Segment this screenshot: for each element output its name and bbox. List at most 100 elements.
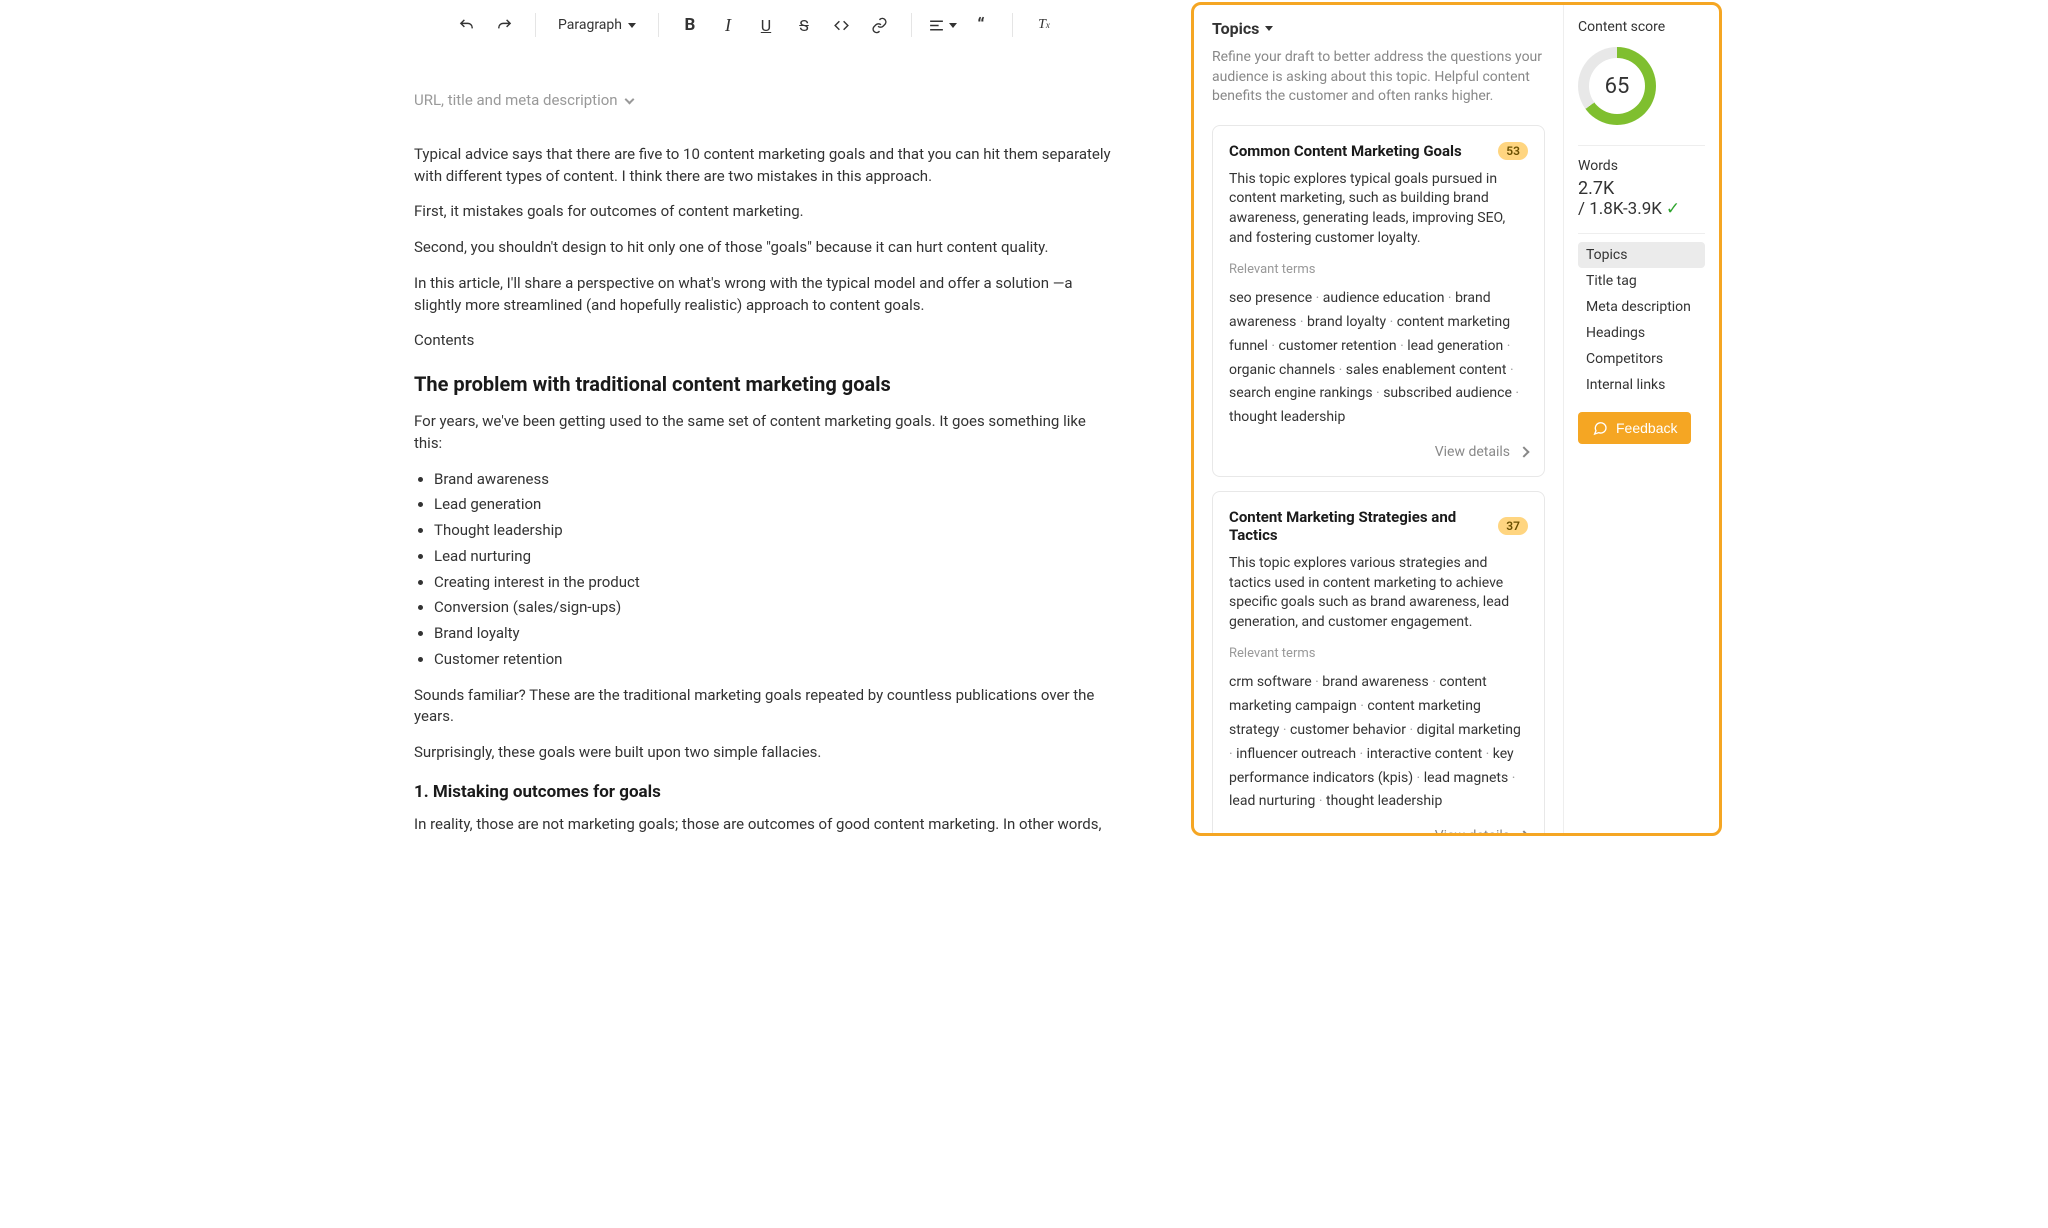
score-nav-item[interactable]: Internal links	[1578, 372, 1705, 398]
separator	[658, 13, 659, 37]
topic-title: Content Marketing Strategies and Tactics	[1229, 508, 1498, 544]
topics-header-dropdown[interactable]: Topics	[1212, 19, 1545, 38]
view-details-link[interactable]: View details	[1229, 444, 1528, 460]
relevant-term[interactable]: search engine rankings	[1229, 385, 1383, 401]
chevron-down-icon	[949, 23, 957, 28]
topic-summary: This topic explores various strategies a…	[1229, 554, 1528, 632]
score-ring-chart: 65	[1578, 47, 1656, 125]
chevron-down-icon	[1265, 26, 1273, 31]
score-nav-item[interactable]: Competitors	[1578, 346, 1705, 372]
list-item[interactable]: Lead generation	[434, 494, 1115, 516]
list-item[interactable]: Customer retention	[434, 649, 1115, 671]
quote-button[interactable]: “	[964, 8, 998, 42]
relevant-terms-label: Relevant terms	[1229, 646, 1528, 661]
link-button[interactable]	[863, 8, 897, 42]
score-nav-list: TopicsTitle tagMeta descriptionHeadingsC…	[1578, 233, 1705, 398]
score-panel: Content score 65 Words 2.7K / 1.8K-3.9K …	[1564, 5, 1719, 833]
link-icon	[871, 17, 888, 34]
redo-icon	[496, 17, 513, 34]
paragraph[interactable]: Surprisingly, these goals were built upo…	[414, 742, 1115, 764]
relevant-term[interactable]: crm software	[1229, 674, 1322, 690]
relevant-term[interactable]: lead generation	[1407, 338, 1510, 354]
highlighted-sidebar: Topics Refine your draft to better addre…	[1191, 2, 1722, 836]
block-style-dropdown[interactable]: Paragraph	[550, 8, 644, 42]
undo-icon	[458, 17, 475, 34]
editor-scroll-area[interactable]: URL, title and meta description Typical …	[324, 50, 1191, 838]
align-icon	[928, 17, 945, 34]
relevant-term[interactable]: sales enablement content	[1346, 362, 1514, 378]
topic-title: Common Content Marketing Goals	[1229, 142, 1462, 160]
redo-button[interactable]	[487, 8, 521, 42]
score-nav-item[interactable]: Headings	[1578, 320, 1705, 346]
relevant-term[interactable]: brand loyalty	[1307, 314, 1397, 330]
topics-description: Refine your draft to better address the …	[1212, 48, 1545, 107]
relevant-term[interactable]: interactive content	[1367, 746, 1493, 762]
clear-format-button[interactable]: Tx	[1027, 8, 1061, 42]
align-button[interactable]	[926, 8, 960, 42]
editor-toolbar: Paragraph B I U S “ Tx	[324, 0, 1191, 50]
score-nav-item[interactable]: Title tag	[1578, 268, 1705, 294]
meta-toggle[interactable]: URL, title and meta description	[414, 90, 633, 112]
undo-button[interactable]	[449, 8, 483, 42]
list-item[interactable]: Thought leadership	[434, 520, 1115, 542]
heading-3[interactable]: 1. Mistaking outcomes for goals	[414, 780, 1115, 805]
view-details-link[interactable]: View details	[1229, 828, 1528, 833]
underline-button[interactable]: U	[749, 8, 783, 42]
separator	[911, 13, 912, 37]
topics-header-label: Topics	[1212, 19, 1259, 38]
relevant-term[interactable]: subscribed audience	[1383, 385, 1519, 401]
paragraph[interactable]: In reality, those are not marketing goal…	[414, 814, 1115, 838]
relevant-term[interactable]: thought leadership	[1229, 409, 1345, 425]
topic-summary: This topic explores typical goals pursue…	[1229, 170, 1528, 248]
relevant-term[interactable]: seo presence	[1229, 290, 1323, 306]
chevron-right-icon	[1518, 830, 1529, 833]
paragraph[interactable]: Sounds familiar? These are the tradition…	[414, 685, 1115, 729]
feedback-button[interactable]: Feedback	[1578, 412, 1691, 444]
paragraph[interactable]: Contents	[414, 330, 1115, 352]
words-range: / 1.8K-3.9K ✓	[1578, 199, 1705, 219]
words-count: 2.7K	[1578, 178, 1705, 199]
list-item[interactable]: Conversion (sales/sign-ups)	[434, 597, 1115, 619]
relevant-term[interactable]: lead nurturing	[1229, 793, 1326, 809]
paragraph[interactable]: First, it mistakes goals for outcomes of…	[414, 201, 1115, 223]
topic-card: Content Marketing Strategies and Tactics…	[1212, 491, 1545, 833]
bullet-list[interactable]: Brand awareness Lead generation Thought le…	[434, 469, 1115, 671]
code-button[interactable]	[825, 8, 859, 42]
paragraph[interactable]: In this article, I'll share a perspectiv…	[414, 273, 1115, 317]
score-nav-item[interactable]: Meta description	[1578, 294, 1705, 320]
relevant-term[interactable]: audience education	[1323, 290, 1455, 306]
list-item[interactable]: Brand loyalty	[434, 623, 1115, 645]
relevant-term[interactable]: organic channels	[1229, 362, 1346, 378]
list-item[interactable]: Lead nurturing	[434, 546, 1115, 568]
score-nav-item[interactable]: Topics	[1578, 242, 1705, 268]
words-label: Words	[1578, 158, 1705, 174]
separator	[535, 13, 536, 37]
meta-toggle-label: URL, title and meta description	[414, 90, 618, 112]
heading-2[interactable]: The problem with traditional content mar…	[414, 370, 1115, 399]
relevant-term[interactable]: brand awareness	[1322, 674, 1439, 690]
relevant-term[interactable]: customer retention	[1279, 338, 1408, 354]
relevant-term[interactable]: lead magnets	[1424, 770, 1516, 786]
relevant-terms-list: seo presenceaudience educationbrand awar…	[1229, 287, 1528, 430]
topics-panel: Topics Refine your draft to better addre…	[1194, 5, 1564, 833]
topic-card: Common Content Marketing Goals 53 This t…	[1212, 125, 1545, 477]
bold-button[interactable]: B	[673, 8, 707, 42]
code-icon	[833, 17, 850, 34]
chevron-down-icon	[628, 23, 636, 28]
list-item[interactable]: Creating interest in the product	[434, 572, 1115, 594]
relevant-term[interactable]: customer behavior	[1290, 722, 1417, 738]
paragraph[interactable]: Second, you shouldn't design to hit only…	[414, 237, 1115, 259]
strikethrough-button[interactable]: S	[787, 8, 821, 42]
paragraph[interactable]: Typical advice says that there are five …	[414, 144, 1115, 188]
list-item[interactable]: Brand awareness	[434, 469, 1115, 491]
feedback-label: Feedback	[1616, 420, 1677, 436]
paragraph[interactable]: For years, we've been getting used to th…	[414, 411, 1115, 455]
chevron-right-icon	[1518, 446, 1529, 457]
words-range-text: / 1.8K-3.9K	[1578, 199, 1662, 219]
document-body[interactable]: URL, title and meta description Typical …	[324, 50, 1175, 838]
relevant-terms-label: Relevant terms	[1229, 262, 1528, 277]
relevant-term[interactable]: thought leadership	[1326, 793, 1442, 809]
italic-button[interactable]: I	[711, 8, 745, 42]
relevant-terms-list: crm softwarebrand awarenesscontent marke…	[1229, 671, 1528, 814]
relevant-term[interactable]: influencer outreach	[1236, 746, 1367, 762]
